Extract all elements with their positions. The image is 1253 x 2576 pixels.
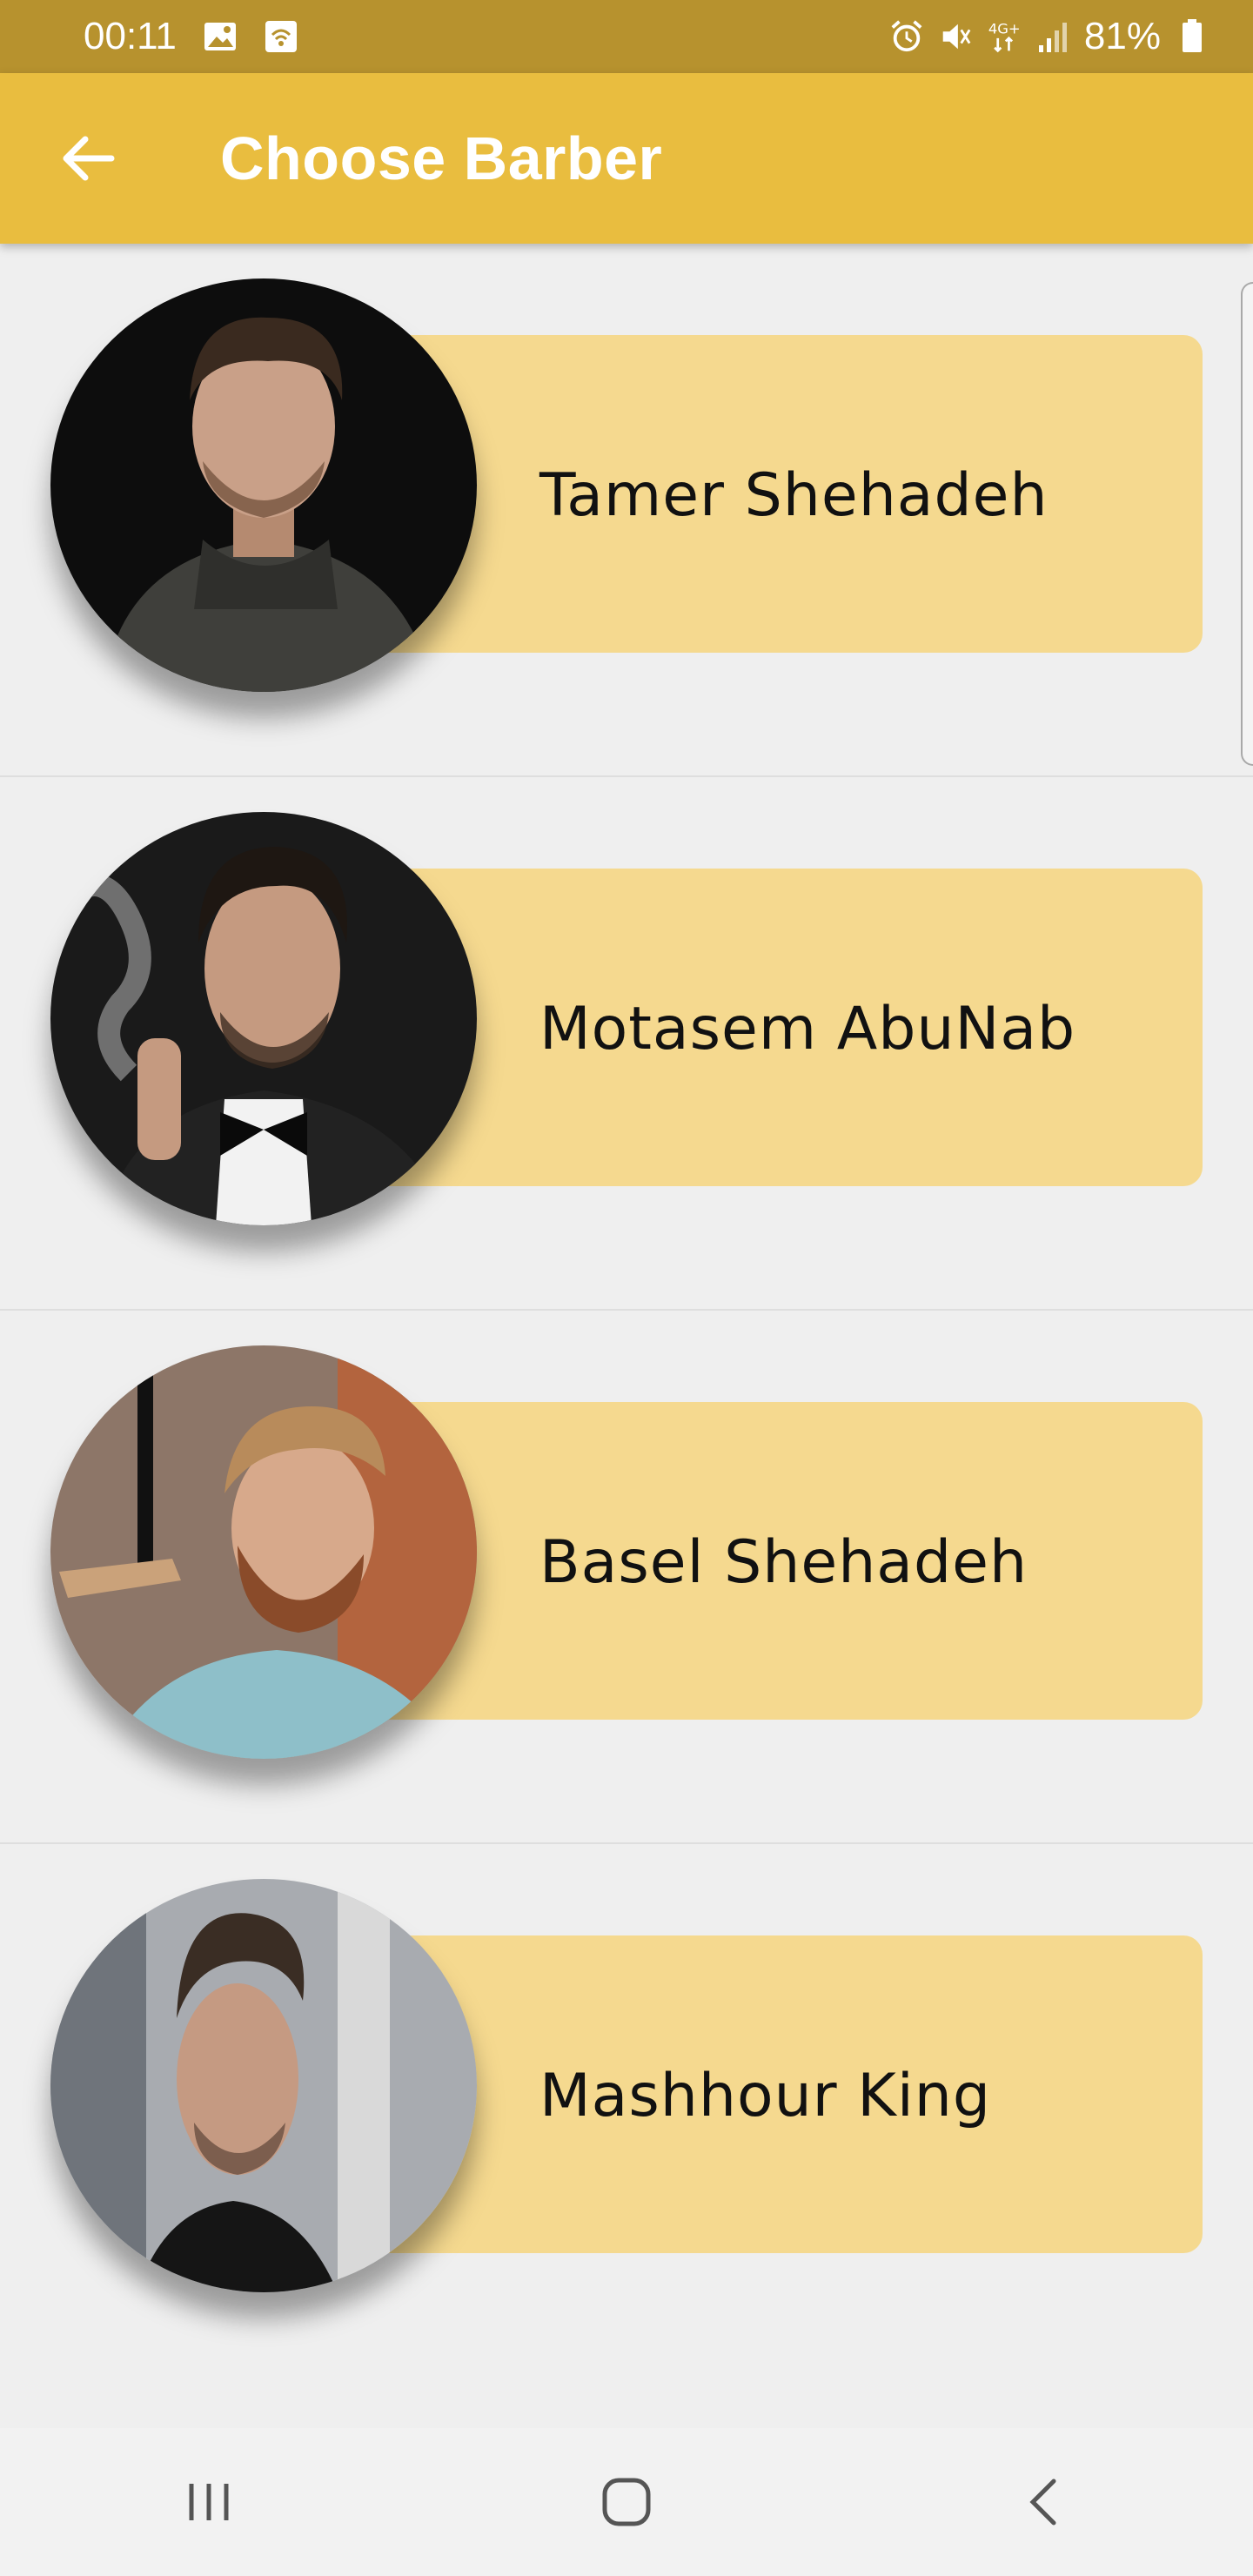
recent-apps-button[interactable] (157, 2450, 261, 2554)
barber-list-item[interactable]: Tamer Shehadeh (0, 244, 1253, 777)
barber-name: Mashhour King (539, 2062, 991, 2130)
app-bar: Choose Barber (0, 73, 1253, 244)
battery-icon (1175, 19, 1209, 54)
barber-avatar (50, 1879, 477, 2292)
alarm-icon (889, 19, 924, 54)
barber-avatar (50, 1345, 477, 1759)
back-icon (1029, 2479, 1056, 2526)
barber-avatar (50, 812, 477, 1225)
barber-list-item[interactable]: Mashhour King (0, 1844, 1253, 2378)
battery-percent: 81% (1083, 15, 1161, 57)
network-4g-icon: 4G+ (987, 19, 1022, 54)
barber-name: Basel Shehadeh (539, 1528, 1029, 1597)
image-icon (203, 19, 238, 54)
mute-icon (938, 19, 973, 54)
home-button[interactable] (574, 2450, 679, 2554)
barber-name: Tamer Shehadeh (539, 461, 1049, 530)
recent-apps-icon (189, 2484, 229, 2520)
barber-name: Motasem AbuNab (539, 995, 1076, 1063)
arrow-left-icon (63, 136, 115, 181)
wifi-calling-icon (264, 19, 298, 54)
barber-list: Tamer Shehadeh Motasem AbuNab Basel Sheh… (0, 244, 1253, 2378)
signal-icon (1035, 19, 1070, 54)
page-title: Choose Barber (220, 124, 663, 192)
system-nav-bar (0, 2428, 1253, 2576)
nav-back-button[interactable] (992, 2450, 1096, 2554)
barber-list-item[interactable]: Motasem AbuNab (0, 777, 1253, 1311)
svg-text:4G+: 4G+ (988, 20, 1021, 37)
scrollbar-handle[interactable] (1241, 282, 1253, 766)
barber-avatar (50, 278, 477, 692)
home-icon (602, 2478, 651, 2526)
status-time: 00:11 (84, 15, 177, 57)
barber-list-item[interactable]: Basel Shehadeh (0, 1311, 1253, 1844)
status-bar: 00:11 4G+ 81% (0, 0, 1253, 73)
back-button[interactable] (49, 120, 125, 197)
